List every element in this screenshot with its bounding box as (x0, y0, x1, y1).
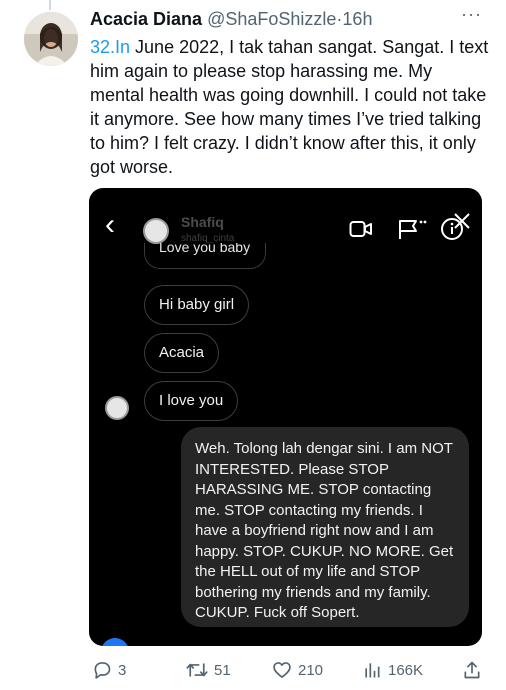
reply-icon (94, 662, 111, 679)
like-count: 210 (298, 661, 324, 679)
heart-icon (273, 662, 291, 678)
tweet-header: Acacia Diana @ShaFoShizzle·16h (90, 9, 372, 30)
views-chart-icon (365, 663, 380, 678)
share-button[interactable] (462, 660, 482, 680)
contact-avatar-small (105, 396, 129, 420)
avatar[interactable] (24, 12, 78, 66)
views-count: 166K (388, 661, 424, 679)
message-text: Love you baby (159, 243, 251, 255)
more-options-icon[interactable]: ··· (461, 4, 482, 25)
back-arrow-icon: ‹ (105, 208, 115, 241)
views-button[interactable]: 166K (362, 660, 423, 680)
received-message-1: Hi baby girl (144, 285, 250, 325)
tweet-time[interactable]: 16h (342, 9, 372, 29)
avatar-photo-icon (24, 12, 78, 66)
like-button[interactable]: 210 (272, 660, 323, 680)
flag-icon (399, 220, 427, 239)
received-message-2: Acacia (144, 333, 220, 373)
contact-avatar (143, 218, 169, 244)
tweet-media-image[interactable]: ‹ Shafiq shafiq_cinta Love you baby Hi b… (89, 188, 482, 646)
author-name[interactable]: Acacia Diana (90, 9, 202, 29)
tweet-actions: 3 51 210 166K (0, 650, 506, 690)
tweet-text: 32.In June 2022, I tak tahan sangat. San… (90, 35, 490, 179)
info-close-icon (441, 213, 470, 240)
tweet-text-body: June 2022, I tak tahan sangat. Sangat. I… (90, 37, 489, 177)
retweet-count: 51 (214, 661, 231, 679)
video-call-icon (349, 221, 372, 237)
camera-button (101, 638, 129, 646)
received-message-3: I love you (144, 381, 239, 421)
reply-count: 3 (118, 661, 127, 679)
sent-message: Weh. Tolong lah dengar sini. I am NOT IN… (181, 427, 469, 627)
retweet-button[interactable]: 51 (186, 660, 231, 680)
thread-number-link[interactable]: 32.In (90, 37, 130, 57)
contact-name: Shafiq (181, 214, 224, 230)
retweet-icon (186, 663, 208, 677)
message-bubble-partial: Love you baby (144, 243, 266, 269)
reply-button[interactable]: 3 (92, 660, 126, 680)
thread-line (49, 0, 51, 10)
author-handle[interactable]: @ShaFoShizzle (207, 9, 336, 29)
message-composer (89, 634, 482, 646)
share-icon (464, 661, 480, 679)
